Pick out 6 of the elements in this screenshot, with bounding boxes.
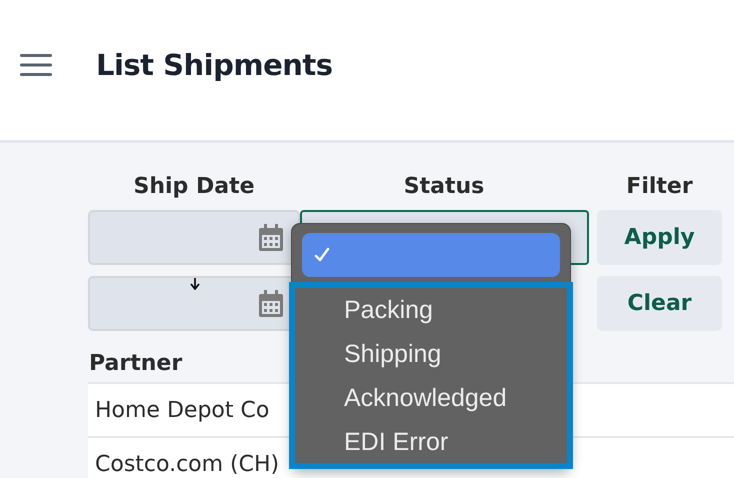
table-cell: Home Depot Co: [95, 398, 270, 422]
column-header: Ship Date: [132, 172, 256, 199]
column-header: Filter: [625, 172, 694, 199]
page-title: List Shipments: [96, 48, 333, 82]
table-cell: Costco.com (CH): [95, 452, 280, 476]
column-header: Status: [402, 172, 486, 199]
